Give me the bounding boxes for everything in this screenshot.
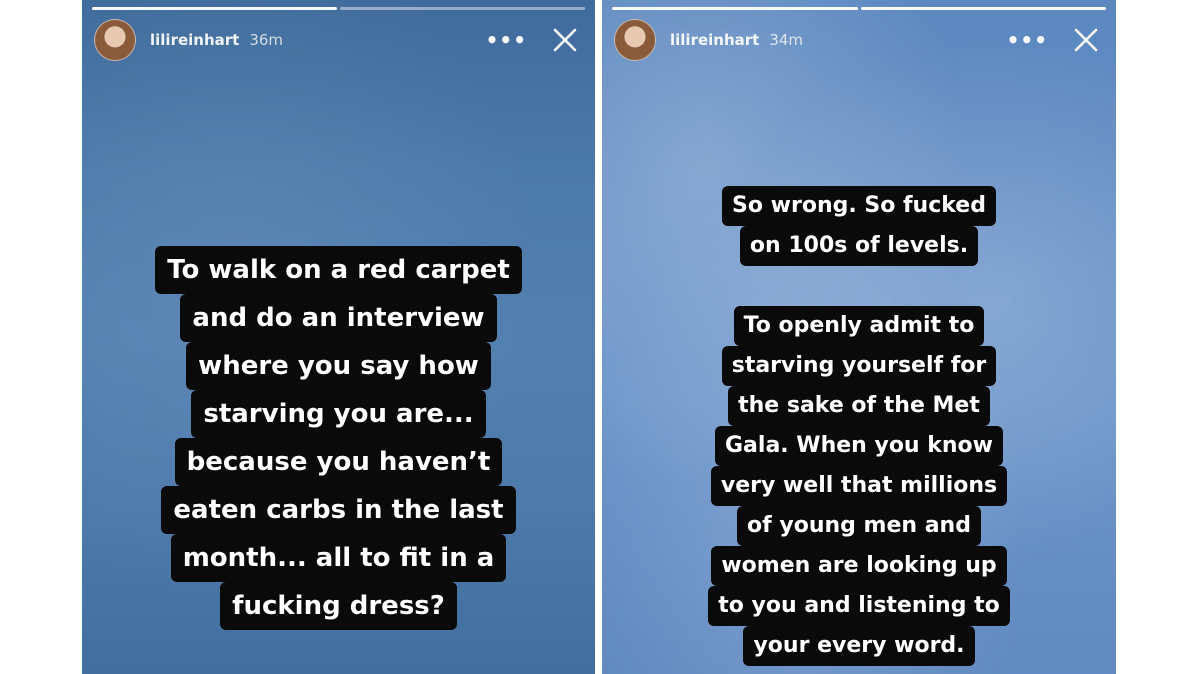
- caption-line: where you say how: [186, 342, 491, 390]
- caption-line: the sake of the Met: [728, 386, 990, 426]
- story-panel-right[interactable]: lilireinhart 34m ••• So wrong. So fucked…: [602, 0, 1116, 674]
- timestamp: 34m: [769, 31, 804, 49]
- caption-line: To openly admit to: [733, 306, 985, 346]
- avatar[interactable]: [614, 19, 656, 61]
- story-progress-bar: [92, 7, 585, 10]
- story-panel-left[interactable]: lilireinhart 36m ••• To walk on a red ca…: [82, 0, 595, 674]
- more-dots-icon[interactable]: •••: [1007, 30, 1048, 50]
- progress-segment: [92, 7, 337, 10]
- progress-segment: [340, 7, 585, 10]
- caption-line: to you and listening to: [708, 586, 1010, 626]
- caption-line: So wrong. So fucked: [722, 186, 996, 226]
- username[interactable]: lilireinhart: [150, 31, 239, 49]
- avatar[interactable]: [94, 19, 136, 61]
- caption-line: very well that millions: [710, 466, 1008, 506]
- caption-line: Gala. When you know: [715, 426, 1003, 466]
- story-header: lilireinhart 36m •••: [94, 18, 583, 62]
- story-comparison: lilireinhart 36m ••• To walk on a red ca…: [0, 0, 1200, 674]
- caption-line: your every word.: [743, 626, 975, 666]
- story-caption-top: So wrong. So fucked on 100s of levels.: [602, 186, 1116, 266]
- progress-segment: [612, 7, 858, 10]
- caption-line: starving yourself for: [721, 346, 997, 386]
- caption-line: on 100s of levels.: [739, 226, 979, 266]
- timestamp: 36m: [249, 31, 284, 49]
- caption-line: fucking dress?: [220, 582, 457, 630]
- story-header: lilireinhart 34m •••: [614, 18, 1104, 62]
- caption-line: women are looking up: [711, 546, 1007, 586]
- caption-line: starving you are...: [191, 390, 486, 438]
- story-caption-bottom: To openly admit to starving yourself for…: [602, 306, 1116, 666]
- more-dots-icon[interactable]: •••: [486, 30, 527, 50]
- story-progress-bar: [612, 7, 1106, 10]
- caption-line: because you haven’t: [174, 438, 503, 486]
- caption-line: month... all to fit in a: [170, 534, 507, 582]
- close-icon[interactable]: [1072, 26, 1100, 54]
- caption-line: To walk on a red carpet: [155, 246, 522, 294]
- caption-line: eaten carbs in the last: [161, 486, 516, 534]
- username[interactable]: lilireinhart: [670, 31, 759, 49]
- progress-segment: [860, 7, 1106, 10]
- close-icon[interactable]: [551, 26, 579, 54]
- caption-line: and do an interview: [180, 294, 497, 342]
- story-caption: To walk on a red carpet and do an interv…: [82, 246, 595, 630]
- caption-line: of young men and: [737, 506, 981, 546]
